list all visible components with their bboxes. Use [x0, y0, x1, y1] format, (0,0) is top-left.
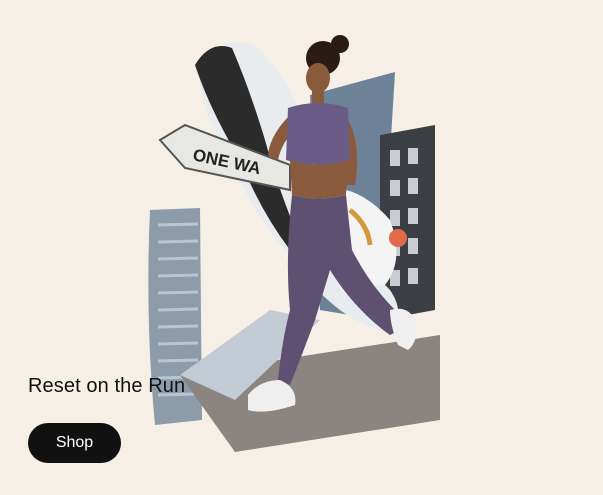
promo-headline: Reset on the Run	[28, 375, 186, 397]
shop-button[interactable]: Shop	[28, 423, 121, 463]
promo-card: ONE WA Reset on the Run Shop	[0, 0, 603, 495]
runner-collage-image[interactable]: ONE WA	[140, 20, 460, 460]
